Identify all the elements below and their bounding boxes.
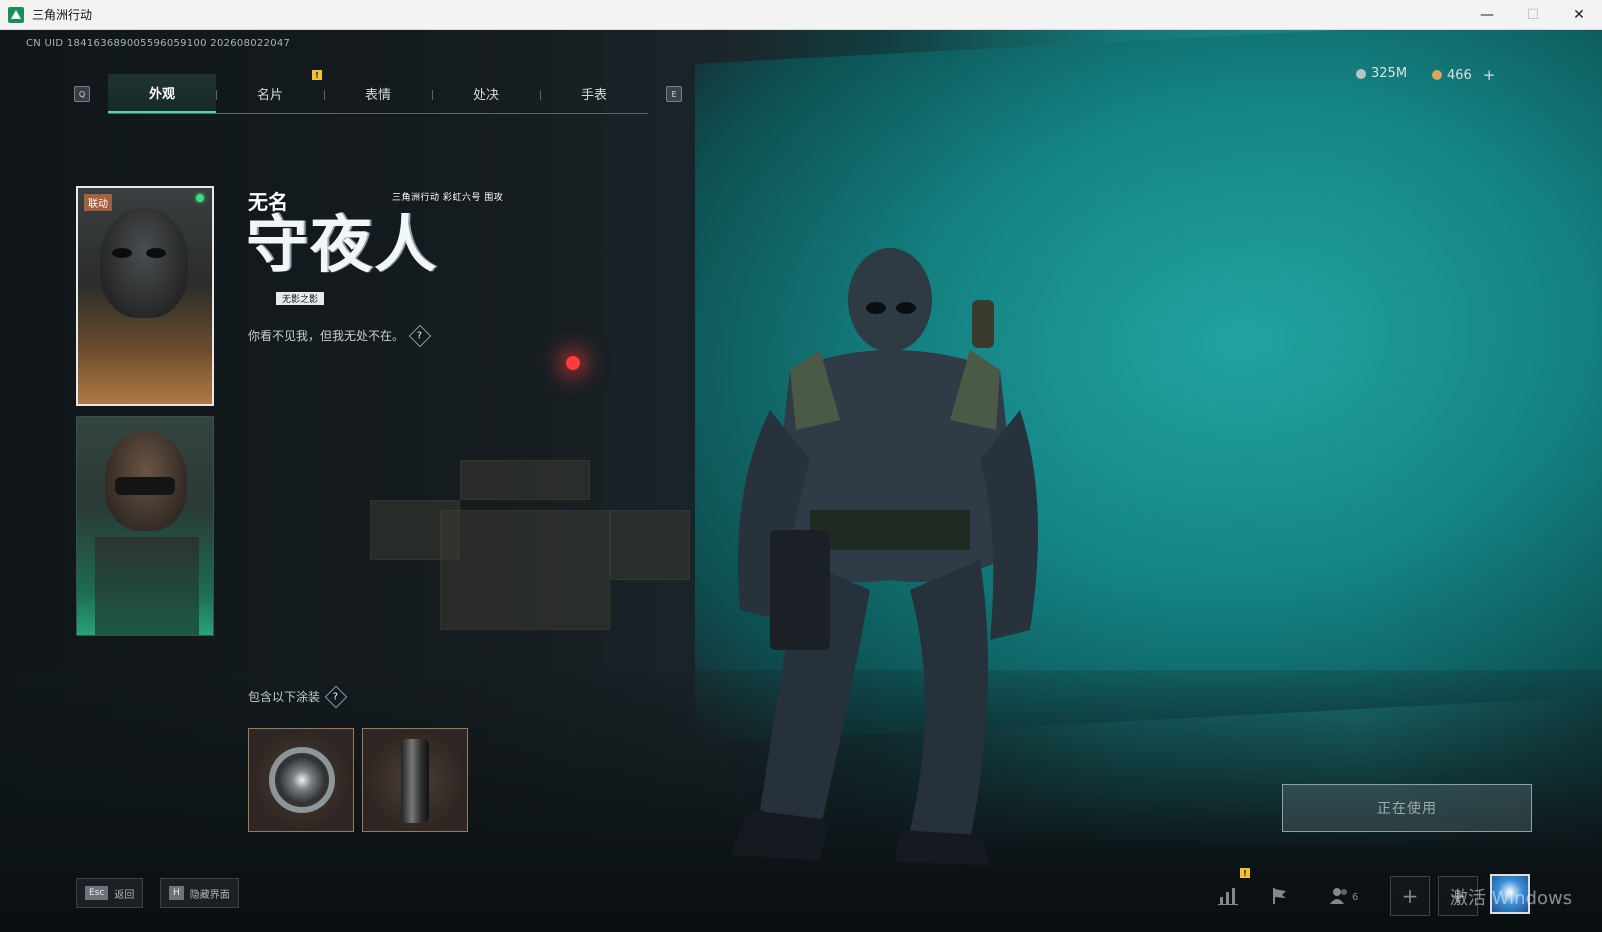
crate [440, 510, 610, 630]
bottom-bar: Esc 返回 H 隐藏界面 ! 6 + + [0, 866, 1602, 932]
gold-amount: 466 [1447, 67, 1472, 83]
back-label: 返回 [114, 889, 135, 901]
add-party-slot-button[interactable]: + [1390, 876, 1430, 916]
tab-namecard[interactable]: 名片 [216, 74, 324, 113]
help-icon[interactable]: ? [408, 324, 432, 347]
flag-icon[interactable] [1262, 878, 1298, 914]
canister-charm-icon [401, 739, 429, 823]
skin-item-gear-charm[interactable] [248, 728, 354, 832]
player-uid: CN UID 1841636890055960591​00 2026080220… [26, 38, 291, 49]
window-title: 三角洲行动 [32, 8, 93, 22]
hide-ui-button[interactable]: H 隐藏界面 [160, 878, 239, 908]
skin-item-canister-charm[interactable] [362, 728, 468, 832]
windows-activation-watermark: 激活 Windows [1450, 888, 1573, 909]
red-warning-light [566, 356, 580, 370]
tab-appearance[interactable]: 外观 [108, 74, 216, 113]
operator-skin-subtitle: 无影之影 [276, 292, 325, 305]
minimize-button[interactable]: — [1464, 0, 1510, 30]
included-skins-text: 包含以下涂装 [248, 690, 321, 704]
silver-amount: 325M [1371, 66, 1408, 81]
operator-eye [146, 248, 166, 258]
next-tab-key[interactable]: E [666, 86, 682, 102]
add-currency-button[interactable]: + [1483, 66, 1496, 84]
friends-count: 6 [1352, 892, 1359, 903]
operator-body [95, 537, 199, 635]
namecard-notification-badge: ! [312, 70, 322, 80]
hide-ui-label: 隐藏界面 [189, 889, 230, 901]
collab-badge: 联动 [84, 194, 112, 211]
tab-emote[interactable]: 表情 [324, 74, 432, 113]
operator-tagline: 你看不见我，但我无处不在。 ? [248, 324, 432, 347]
operator-card-nightwatch[interactable]: 联动 [76, 186, 214, 406]
gold-currency: 466 + [1432, 66, 1495, 84]
night-vision-goggles [115, 477, 175, 495]
operator-3d-model [730, 248, 1038, 865]
customization-tabs: 外观 名片 表情 处决 手表 [108, 74, 648, 114]
stats-notification-badge: ! [1240, 868, 1250, 878]
gear-charm-icon [269, 747, 335, 813]
maximize-button[interactable]: ☐ [1510, 0, 1556, 30]
window-controls: — ☐ ✕ [1464, 0, 1602, 30]
game-scene: CN UID 1841636890055960591​00 2026080220… [0, 30, 1602, 932]
close-button[interactable]: ✕ [1556, 0, 1602, 30]
included-skins-label: 包含以下涂装 ? [248, 685, 348, 708]
operator-skin-title: 守夜人 [246, 208, 439, 281]
crate [610, 510, 690, 580]
tab-execution[interactable]: 处决 [432, 74, 540, 113]
silver-coin-icon [1356, 68, 1366, 79]
tagline-text: 你看不见我，但我无处不在。 [248, 329, 405, 343]
operator-portrait [100, 208, 188, 318]
back-button[interactable]: Esc 返回 [76, 878, 144, 908]
skins-help-icon[interactable]: ? [324, 685, 348, 708]
gold-coin-icon [1432, 70, 1442, 80]
collab-logo-text: 三角洲行动 彩虹六号 围攻 [392, 193, 504, 203]
window-titlebar: 三角洲行动 — ☐ ✕ [0, 0, 1602, 30]
app-logo-icon [8, 6, 24, 23]
silver-currency: 325M [1356, 66, 1407, 81]
equipped-indicator-icon [196, 194, 204, 202]
operator-card-alt[interactable] [76, 416, 214, 636]
prev-tab-key[interactable]: Q [74, 86, 90, 102]
h-key: H [169, 886, 184, 900]
in-use-button[interactable]: 正在使用 [1282, 784, 1532, 832]
crate [460, 460, 590, 500]
operator-eye [112, 248, 132, 258]
stats-icon[interactable] [1210, 878, 1246, 914]
esc-key: Esc [85, 886, 109, 900]
tab-watch[interactable]: 手表 [540, 74, 648, 113]
